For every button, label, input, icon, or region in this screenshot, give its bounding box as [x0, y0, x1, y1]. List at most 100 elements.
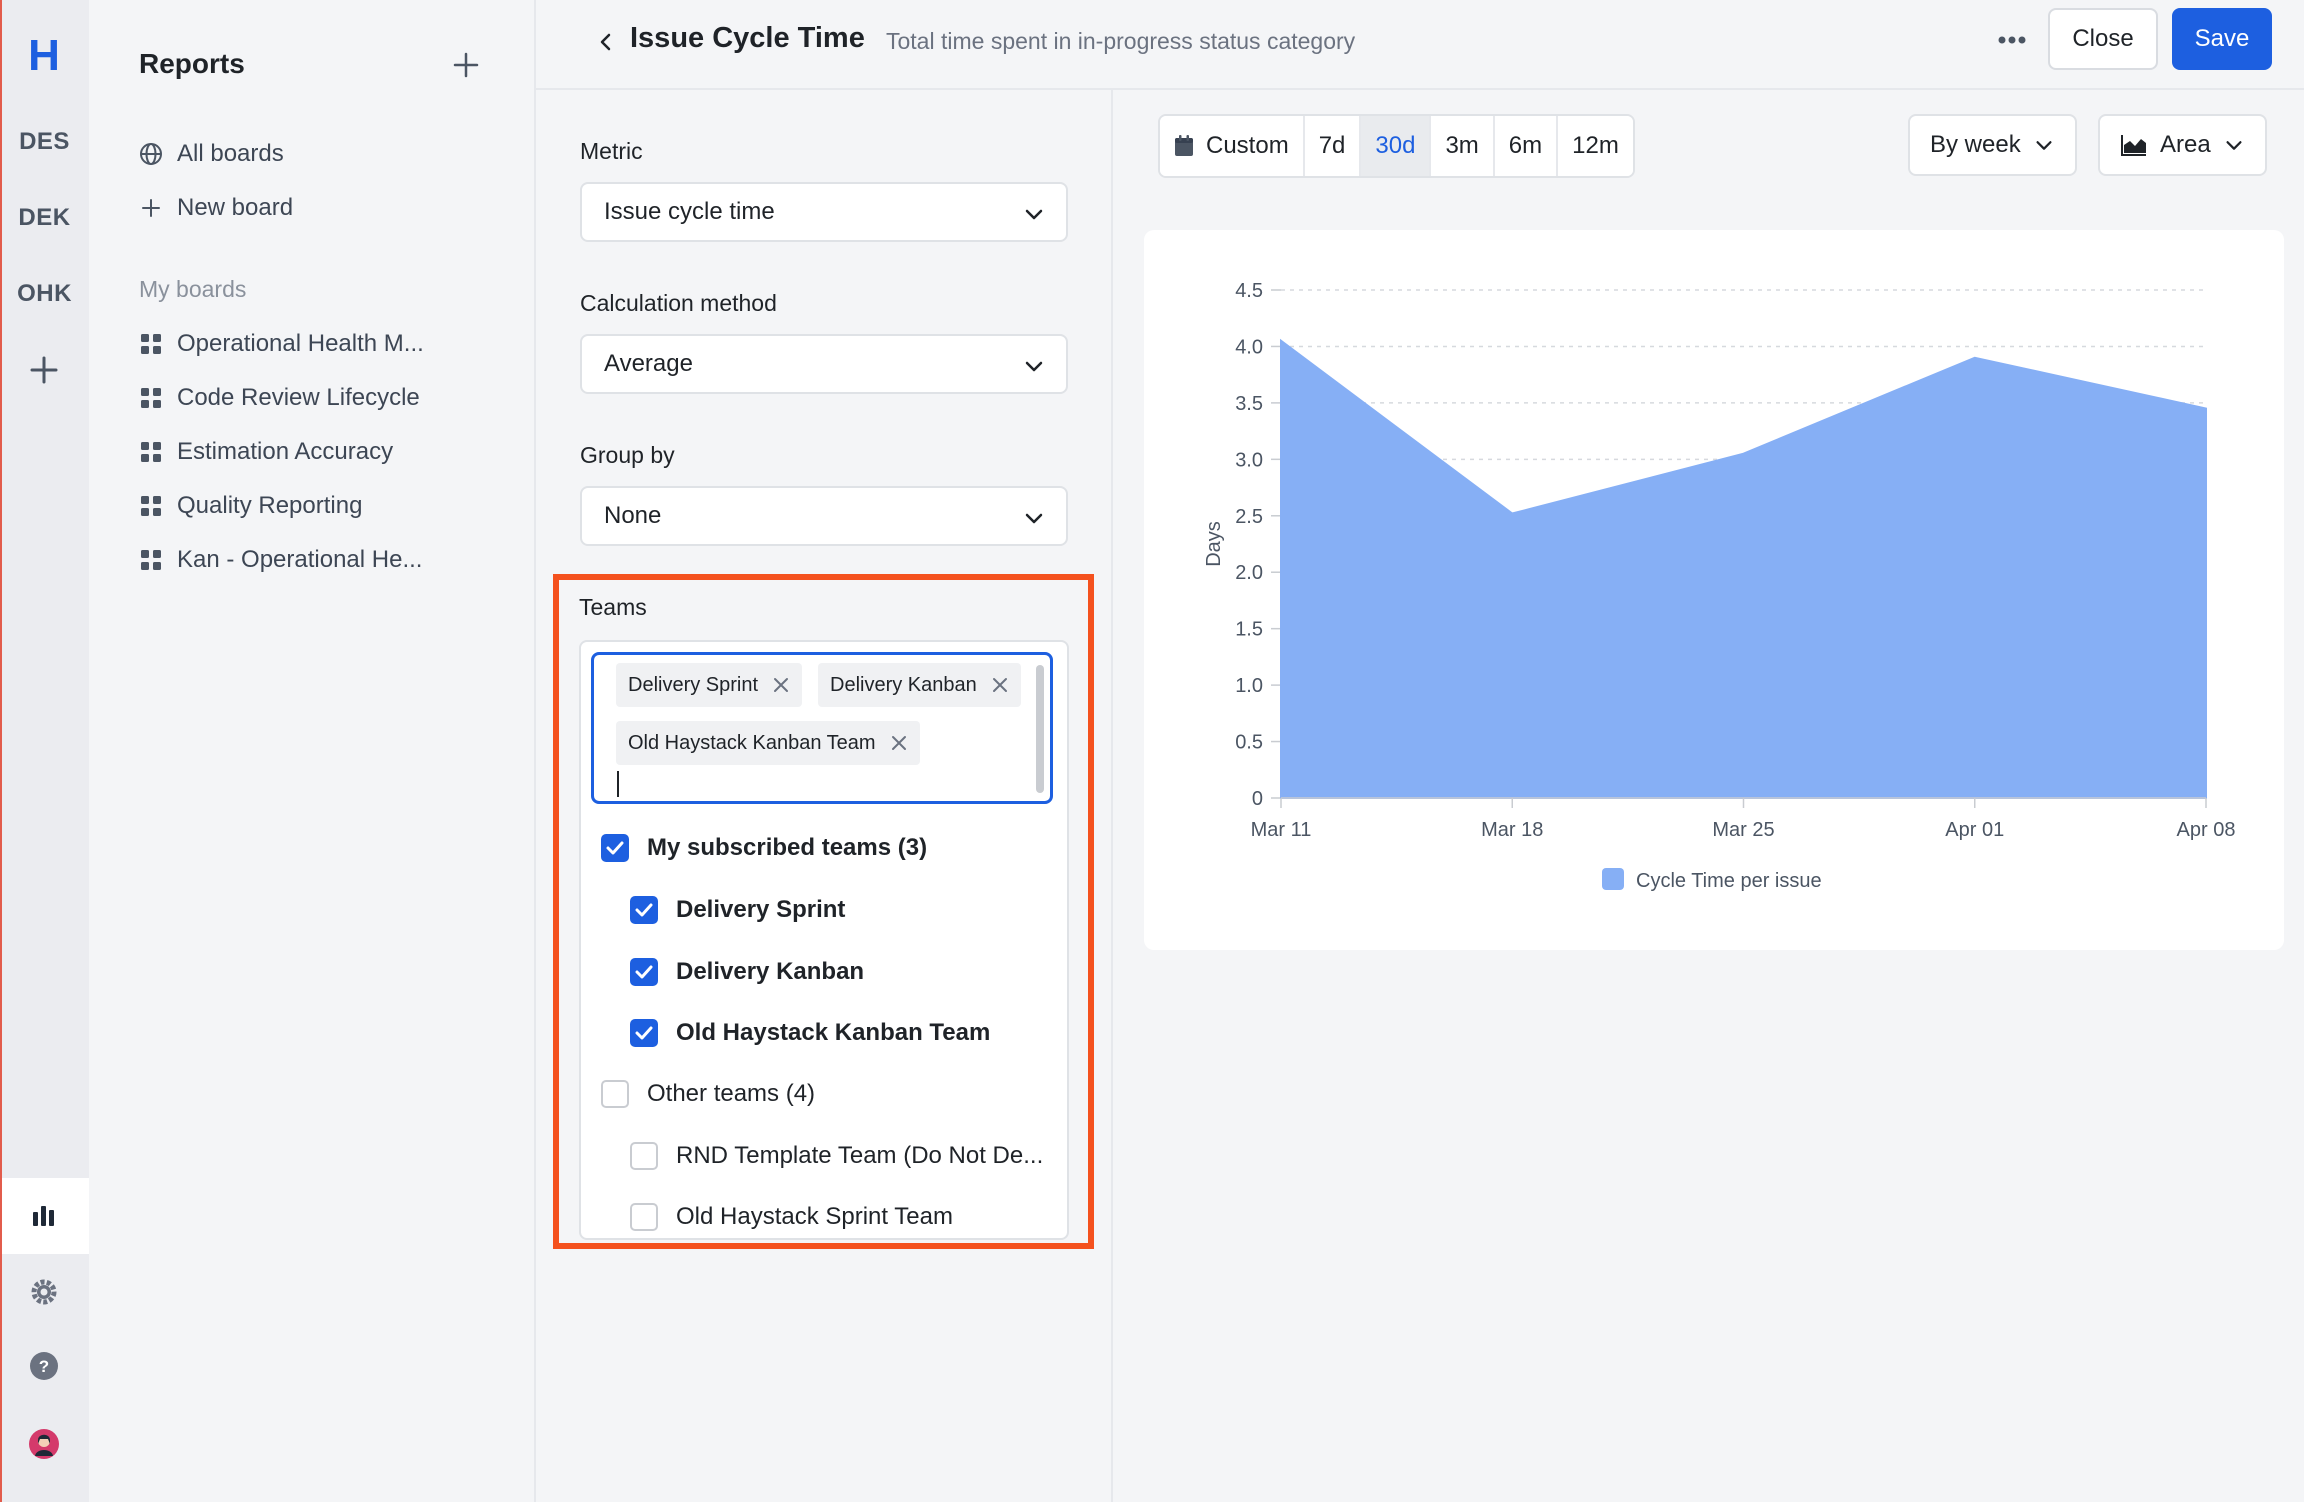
- group-by-select[interactable]: None: [580, 486, 1068, 546]
- team-option[interactable]: Old Haystack Kanban Team: [630, 1019, 990, 1047]
- board-item[interactable]: Kan - Operational He...: [139, 540, 422, 580]
- board-grid-icon: [141, 442, 161, 462]
- team-option[interactable]: Delivery Kanban: [630, 958, 864, 986]
- chart-type-select[interactable]: Area: [2098, 114, 2267, 176]
- x-tick-label: Apr 08: [2177, 819, 2236, 841]
- range-3m-button[interactable]: 3m: [1431, 116, 1495, 176]
- bar-chart-icon[interactable]: [28, 1200, 60, 1232]
- checkbox-checked-icon[interactable]: [630, 958, 658, 986]
- calc-method-value: Average: [604, 350, 693, 377]
- board-grid-icon: [141, 496, 161, 516]
- team-option[interactable]: Delivery Sprint: [630, 896, 845, 924]
- checkbox-unchecked-icon[interactable]: [630, 1203, 658, 1231]
- range-custom-button[interactable]: Custom: [1160, 116, 1305, 176]
- team-tag: Old Haystack Kanban Team: [616, 721, 920, 765]
- workspace-des[interactable]: DES: [2, 128, 87, 156]
- workspace-ohk[interactable]: OHK: [2, 280, 87, 308]
- team-tag: Delivery Sprint: [616, 663, 803, 707]
- remove-tag-icon[interactable]: [890, 734, 908, 752]
- reports-sidebar: Reports All boards New board My boards O…: [89, 0, 536, 1502]
- x-tick-label: Apr 01: [1945, 819, 2004, 841]
- sidebar-item-label: New board: [177, 194, 294, 221]
- team-tag-label: Delivery Sprint: [628, 673, 759, 696]
- sidebar-item-new-board[interactable]: New board: [139, 188, 293, 228]
- workspace-dek[interactable]: DEK: [2, 204, 87, 232]
- checkbox-unchecked-icon[interactable]: [630, 1142, 658, 1170]
- board-item[interactable]: Code Review Lifecycle: [139, 378, 420, 418]
- y-tick-label: 2.5: [1235, 506, 1263, 528]
- range-6m-button[interactable]: 6m: [1494, 116, 1559, 176]
- user-avatar-icon[interactable]: [28, 1428, 60, 1460]
- y-tick-label: 3.0: [1235, 449, 1263, 471]
- board-grid-icon: [141, 334, 161, 354]
- range-30d-button[interactable]: 30d: [1361, 116, 1432, 176]
- checkbox-checked-icon[interactable]: [601, 834, 629, 862]
- tag-input-scrollbar[interactable]: [1036, 665, 1044, 793]
- checkbox-checked-icon[interactable]: [630, 896, 658, 924]
- checkbox-checked-icon[interactable]: [630, 1019, 658, 1047]
- date-range-toggle: Custom 7d 30d 3m 6m 12m: [1158, 114, 1635, 178]
- remove-tag-icon[interactable]: [772, 676, 790, 694]
- svg-text:?: ?: [39, 1357, 49, 1376]
- board-item[interactable]: Operational Health M...: [139, 324, 424, 364]
- team-option[interactable]: RND Template Team (Do Not De...: [630, 1142, 1043, 1170]
- board-item-label: Estimation Accuracy: [177, 438, 394, 465]
- help-icon[interactable]: ?: [28, 1350, 60, 1382]
- metric-value: Issue cycle time: [604, 198, 775, 225]
- range-label: Custom: [1206, 132, 1289, 159]
- board-item-label: Kan - Operational He...: [177, 546, 423, 573]
- settings-gear-icon[interactable]: [28, 1276, 60, 1308]
- team-option-group[interactable]: Other teams (4): [601, 1080, 815, 1108]
- page-subtitle: Total time spent in in-progress status c…: [886, 28, 1356, 54]
- add-workspace-icon[interactable]: [26, 352, 62, 388]
- board-item-label: Operational Health M...: [177, 330, 424, 357]
- range-label: 7d: [1318, 132, 1346, 159]
- interval-select[interactable]: By week: [1908, 114, 2077, 176]
- board-item[interactable]: Quality Reporting: [139, 486, 362, 526]
- metric-select[interactable]: Issue cycle time: [580, 182, 1068, 242]
- sidebar-item-label: All boards: [177, 140, 284, 167]
- more-options-icon[interactable]: [1990, 22, 2034, 58]
- add-report-icon[interactable]: [451, 50, 481, 80]
- metric-label: Metric: [580, 138, 643, 164]
- text-caret: [617, 771, 619, 797]
- my-boards-heading: My boards: [139, 276, 247, 302]
- calc-method-select[interactable]: Average: [580, 334, 1068, 394]
- range-label: 3m: [1445, 132, 1479, 159]
- config-panel: Metric Issue cycle time Calculation meth…: [536, 90, 1113, 1502]
- board-item[interactable]: Estimation Accuracy: [139, 432, 393, 472]
- checkbox-unchecked-icon[interactable]: [601, 1080, 629, 1108]
- save-button[interactable]: Save: [2172, 8, 2272, 70]
- area-chart: 0 0.5 1.0 1.5 2.0 2.5 3.0 3.5 4.0 4.5 Mar 11 Mar 18…: [1203, 280, 2236, 892]
- y-tick-label: 0.5: [1235, 732, 1263, 754]
- range-label: 30d: [1375, 132, 1416, 159]
- team-option[interactable]: Old Haystack Sprint Team: [630, 1203, 953, 1231]
- x-tick-label: Mar 25: [1712, 819, 1774, 841]
- chevron-down-icon: [1025, 513, 1043, 524]
- x-tick-label: Mar 18: [1481, 819, 1543, 841]
- team-option-label: Delivery Sprint: [676, 896, 846, 923]
- team-option-label: Old Haystack Sprint Team: [676, 1203, 953, 1230]
- board-grid-icon: [141, 388, 161, 408]
- chevron-left-icon[interactable]: [588, 24, 624, 60]
- team-tag: Delivery Kanban: [818, 663, 1021, 707]
- team-option-label: Delivery Kanban: [676, 958, 865, 985]
- board-item-label: Quality Reporting: [177, 492, 363, 519]
- team-option-group[interactable]: My subscribed teams (3): [601, 834, 927, 862]
- range-7d-button[interactable]: 7d: [1304, 116, 1362, 176]
- range-12m-button[interactable]: 12m: [1558, 116, 1633, 176]
- group-by-label: Group by: [580, 442, 675, 468]
- legend-swatch: [1602, 868, 1624, 890]
- team-option-label: Old Haystack Kanban Team: [676, 1019, 991, 1046]
- sidebar-item-all-boards[interactable]: All boards: [139, 134, 284, 174]
- area-chart-icon: [2121, 135, 2146, 156]
- y-tick-label: 0: [1252, 788, 1263, 810]
- teams-highlight-box: Teams Delivery Sprint Delivery Kanban Ol…: [553, 574, 1094, 1249]
- app-logo[interactable]: H: [24, 34, 64, 78]
- teams-search-input[interactable]: Delivery Sprint Delivery Kanban Old Hays…: [591, 652, 1053, 804]
- workspace-rail: H DES DEK OHK ?: [0, 0, 89, 1502]
- teams-dropdown: Delivery Sprint Delivery Kanban Old Hays…: [579, 640, 1069, 1240]
- remove-tag-icon[interactable]: [991, 676, 1009, 694]
- close-button[interactable]: Close: [2048, 8, 2158, 70]
- y-tick-label: 4.5: [1235, 280, 1263, 302]
